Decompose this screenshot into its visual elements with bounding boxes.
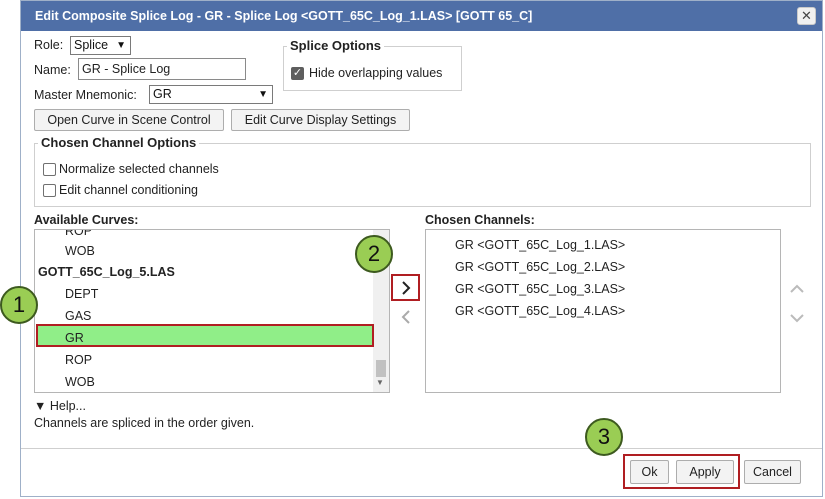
- list-item[interactable]: ROP: [65, 353, 92, 367]
- hide-overlapping-checkbox[interactable]: ✓: [291, 67, 304, 80]
- edit-conditioning-label: Edit channel conditioning: [59, 183, 198, 197]
- role-label: Role:: [34, 38, 64, 52]
- splice-options-title: Splice Options: [287, 38, 385, 53]
- help-text: Channels are spliced in the order given.: [34, 416, 255, 430]
- selection-highlight: [36, 324, 374, 347]
- move-up-button[interactable]: [784, 277, 810, 301]
- apply-button[interactable]: Apply: [676, 460, 734, 484]
- dialog-title: Edit Composite Splice Log - GR - Splice …: [21, 1, 822, 31]
- list-item[interactable]: WOB: [65, 375, 95, 389]
- list-group-header: GOTT_65C_Log_5.LAS: [38, 265, 175, 279]
- normalize-label: Normalize selected channels: [59, 162, 219, 176]
- open-curve-in-scene-control-button[interactable]: Open Curve in Scene Control: [34, 109, 224, 131]
- list-item[interactable]: GAS: [65, 309, 91, 323]
- chosen-channels-list[interactable]: GR <GOTT_65C_Log_1.LAS> GR <GOTT_65C_Log…: [425, 229, 781, 393]
- footer-divider: [21, 448, 822, 449]
- name-label: Name:: [34, 63, 71, 77]
- callout-3: 3: [585, 418, 623, 456]
- chevron-right-icon: [402, 281, 411, 295]
- role-select-value: Splice: [74, 38, 109, 52]
- available-curves-list[interactable]: ROP WOB GOTT_65C_Log_5.LAS DEPT GAS GR R…: [34, 229, 390, 393]
- master-mnemonic-value: GR: [153, 87, 172, 101]
- cancel-button[interactable]: Cancel: [744, 460, 801, 484]
- master-mnemonic-select[interactable]: GR ▼: [149, 85, 273, 104]
- chosen-channel-options-title: Chosen Channel Options: [38, 135, 200, 150]
- callout-2: 2: [355, 235, 393, 273]
- help-toggle[interactable]: ▼ Help...: [34, 399, 86, 413]
- list-item[interactable]: WOB: [65, 244, 95, 258]
- master-mnemonic-label: Master Mnemonic:: [34, 88, 137, 102]
- scrollbar-thumb[interactable]: [376, 360, 386, 377]
- chevron-down-icon: ▼: [258, 89, 268, 100]
- scroll-down-icon[interactable]: ▼: [376, 378, 384, 387]
- role-select[interactable]: Splice ▼: [70, 36, 131, 55]
- add-channel-button[interactable]: [391, 274, 420, 301]
- list-item[interactable]: DEPT: [65, 287, 98, 301]
- callout-1: 1: [0, 286, 38, 324]
- edit-conditioning-checkbox[interactable]: [43, 184, 56, 197]
- edit-curve-display-settings-button[interactable]: Edit Curve Display Settings: [231, 109, 410, 131]
- name-input[interactable]: GR - Splice Log: [78, 58, 246, 80]
- chevron-down-icon: [790, 314, 804, 323]
- normalize-checkbox[interactable]: [43, 163, 56, 176]
- list-item[interactable]: GR <GOTT_65C_Log_4.LAS>: [455, 304, 625, 318]
- chevron-up-icon: [790, 284, 804, 293]
- chevron-down-icon: ▼: [116, 40, 126, 51]
- chevron-left-icon: [401, 310, 410, 324]
- list-item[interactable]: ROP: [65, 230, 92, 238]
- chosen-channels-header: Chosen Channels:: [425, 213, 535, 227]
- list-item[interactable]: GR <GOTT_65C_Log_2.LAS>: [455, 260, 625, 274]
- available-curves-header: Available Curves:: [34, 213, 139, 227]
- ok-button[interactable]: Ok: [630, 460, 669, 484]
- list-item[interactable]: GR <GOTT_65C_Log_1.LAS>: [455, 238, 625, 252]
- remove-channel-button[interactable]: [395, 306, 419, 328]
- list-item[interactable]: GR <GOTT_65C_Log_3.LAS>: [455, 282, 625, 296]
- move-down-button[interactable]: [784, 306, 810, 330]
- hide-overlapping-label: Hide overlapping values: [309, 66, 443, 80]
- edit-composite-splice-log-dialog: Edit Composite Splice Log - GR - Splice …: [20, 0, 823, 497]
- close-button[interactable]: ✕: [797, 7, 816, 25]
